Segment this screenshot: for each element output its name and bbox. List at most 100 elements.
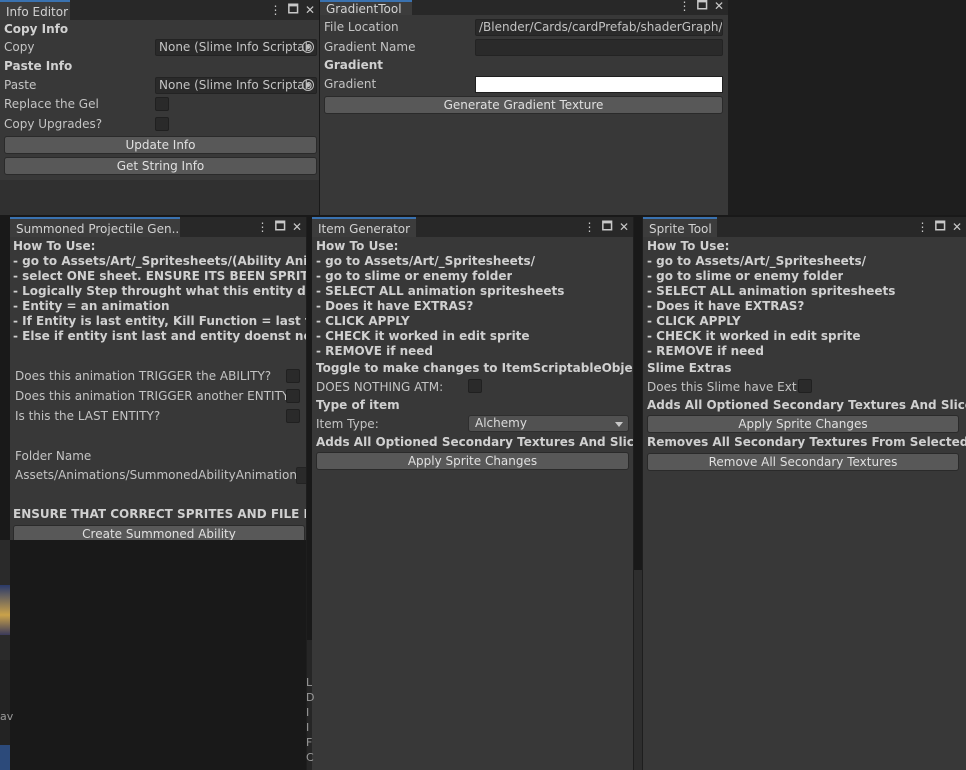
info-editor-window: Info Editor ⋮ 🗖 ✕ Copy Info Copy None (S… — [0, 0, 319, 215]
menu-icon[interactable]: ⋮ — [257, 220, 269, 234]
step-line: - CLICK APPLY — [647, 314, 741, 328]
object-picker-icon[interactable] — [302, 41, 314, 53]
paste-info-header: Paste Info — [4, 59, 73, 73]
background-fragment: I — [306, 706, 310, 719]
replace-gel-checkbox[interactable] — [155, 97, 169, 111]
step-line: - CHECK it worked in edit sprite — [316, 329, 530, 343]
summoned-projectile-controls: ⋮ 🗖 ✕ — [257, 219, 302, 235]
menu-icon[interactable]: ⋮ — [270, 3, 282, 17]
apply-sprite-changes-button[interactable]: Apply Sprite Changes — [316, 452, 629, 470]
summoned-projectile-window: Summoned Projectile Gen... ⋮ 🗖 ✕ How To … — [10, 217, 306, 540]
step-line: - SELECT ALL animation spritesheets — [647, 284, 896, 298]
slime-extras-label: Does this Slime have Extra — [647, 380, 797, 394]
info-editor-body: Copy Info Copy None (Slime Info Scriptab… — [0, 20, 319, 180]
close-icon[interactable]: ✕ — [292, 220, 302, 234]
menu-icon[interactable]: ⋮ — [917, 220, 929, 234]
slime-extras-checkbox[interactable] — [798, 379, 812, 393]
step-line: - Does it have EXTRAS? — [647, 299, 805, 313]
does-nothing-label: DOES NOTHING ATM: — [316, 380, 444, 394]
trigger-entity-label: Does this animation TRIGGER another ENTI… — [15, 389, 296, 403]
apply-sprite-changes-button[interactable]: Apply Sprite Changes — [647, 415, 959, 433]
folder-name-label: Folder Name — [15, 449, 92, 463]
item-generator-body: How To Use: - go to Assets/Art/_Spritesh… — [312, 237, 633, 770]
background-blue-strip — [0, 745, 10, 770]
removes-textures-description: Removes All Secondary Textures From Sele… — [647, 435, 966, 449]
step-line: - Entity = an animation — [13, 299, 170, 313]
item-generator-tab[interactable]: Item Generator — [312, 217, 416, 237]
step-line: - SELECT ALL animation spritesheets — [316, 284, 565, 298]
close-icon[interactable]: ✕ — [714, 0, 724, 13]
maximize-icon[interactable]: 🗖 — [288, 0, 299, 21]
folder-name-field[interactable] — [296, 467, 306, 484]
type-of-item-header: Type of item — [316, 398, 400, 412]
toggle-description: Toggle to make changes to ItemScriptable… — [316, 361, 633, 375]
trigger-ability-checkbox[interactable] — [286, 369, 300, 383]
menu-icon[interactable]: ⋮ — [584, 220, 596, 234]
summoned-projectile-body: How To Use: - go to Assets/Art/_Spritesh… — [10, 237, 306, 540]
create-summoned-ability-button[interactable]: Create Summoned Ability — [13, 525, 305, 540]
step-line: - go to Assets/Art/_Spritesheets/(Abilit… — [13, 254, 306, 268]
sprite-tool-body: How To Use: - go to Assets/Art/_Spritesh… — [643, 237, 966, 770]
get-string-info-button[interactable]: Get String Info — [4, 157, 317, 175]
summoned-projectile-tabbar: Summoned Projectile Gen... ⋮ 🗖 ✕ — [10, 217, 306, 237]
file-location-field[interactable]: /Blender/Cards/cardPrefab/shaderGraph/Gr — [475, 19, 723, 36]
copy-upgrades-label: Copy Upgrades? — [4, 117, 103, 131]
gradient-tool-body: File Location /Blender/Cards/cardPrefab/… — [320, 15, 728, 215]
paste-object-value: None (Slime Info Scriptab — [159, 78, 313, 92]
last-entity-label: Is this the LAST ENTITY? — [15, 409, 161, 423]
info-editor-tab[interactable]: Info Editor — [0, 0, 70, 20]
step-line: - Does it have EXTRAS? — [316, 299, 474, 313]
close-icon[interactable]: ✕ — [619, 220, 629, 234]
trigger-entity-checkbox[interactable] — [286, 389, 300, 403]
background-fragment: L — [306, 676, 313, 689]
maximize-icon[interactable]: 🗖 — [935, 217, 946, 238]
generate-gradient-button[interactable]: Generate Gradient Texture — [324, 96, 723, 114]
gradient-name-field[interactable] — [475, 39, 723, 56]
copy-upgrades-checkbox[interactable] — [155, 117, 169, 131]
object-picker-icon[interactable] — [302, 79, 314, 91]
item-generator-controls: ⋮ 🗖 ✕ — [584, 219, 629, 235]
step-line: - If Entity is last entity, Kill Functio… — [13, 314, 306, 328]
item-generator-tabbar: Item Generator ⋮ 🗖 ✕ — [312, 217, 633, 237]
replace-gel-label: Replace the Gel — [4, 97, 99, 111]
step-line: - go to slime or enemy folder — [647, 269, 844, 283]
last-entity-checkbox[interactable] — [286, 409, 300, 423]
item-type-dropdown[interactable]: Alchemy — [468, 415, 629, 432]
top-right-background — [728, 0, 966, 215]
gradient-tool-tabbar: GradientTool ⋮ 🗖 ✕ — [320, 0, 728, 15]
sprite-tool-tabbar: Sprite Tool ⋮ 🗖 ✕ — [643, 217, 966, 237]
paste-object-field[interactable]: None (Slime Info Scriptab — [155, 77, 317, 94]
gradient-field[interactable] — [475, 76, 723, 93]
maximize-icon[interactable]: 🗖 — [275, 217, 286, 238]
gradient-name-label: Gradient Name — [324, 40, 416, 54]
update-info-button[interactable]: Update Info — [4, 136, 317, 154]
close-icon[interactable]: ✕ — [305, 3, 315, 17]
step-line: - REMOVE if need — [316, 344, 433, 358]
close-icon[interactable]: ✕ — [952, 220, 962, 234]
adds-textures-description: Adds All Optioned Secondary Textures And… — [647, 398, 966, 412]
chevron-down-icon — [615, 422, 623, 427]
maximize-icon[interactable]: 🗖 — [602, 217, 613, 238]
paste-label: Paste — [4, 78, 37, 92]
does-nothing-checkbox[interactable] — [468, 379, 482, 393]
gradient-tool-tab[interactable]: GradientTool — [320, 0, 412, 15]
copy-label: Copy — [4, 40, 35, 54]
step-line: - REMOVE if need — [647, 344, 764, 358]
item-generator-window: Item Generator ⋮ 🗖 ✕ How To Use: - go to… — [312, 217, 633, 770]
ensure-warning: ENSURE THAT CORRECT SPRITES AND FILE PAT… — [13, 507, 306, 521]
remove-secondary-textures-button[interactable]: Remove All Secondary Textures — [647, 453, 959, 471]
step-line: - go to Assets/Art/_Spritesheets/ — [316, 254, 535, 268]
how-to-use-header: How To Use: — [647, 239, 730, 253]
gradient-tool-window: GradientTool ⋮ 🗖 ✕ File Location /Blende… — [320, 0, 728, 215]
summoned-projectile-tab[interactable]: Summoned Projectile Gen... — [10, 217, 180, 237]
adds-textures-description: Adds All Optioned Secondary Textures And… — [316, 435, 633, 449]
background-fragment: F — [306, 736, 313, 749]
step-line: - Else if entity isnt last and entity do… — [13, 329, 306, 343]
background-fragment: D — [306, 691, 315, 704]
step-line: - Logically Step throught what this enti… — [13, 284, 306, 298]
copy-info-header: Copy Info — [4, 22, 69, 36]
menu-icon[interactable]: ⋮ — [679, 0, 691, 13]
sprite-tool-tab[interactable]: Sprite Tool — [643, 217, 717, 237]
step-line: - CLICK APPLY — [316, 314, 410, 328]
copy-object-field[interactable]: None (Slime Info Scriptab — [155, 39, 317, 56]
